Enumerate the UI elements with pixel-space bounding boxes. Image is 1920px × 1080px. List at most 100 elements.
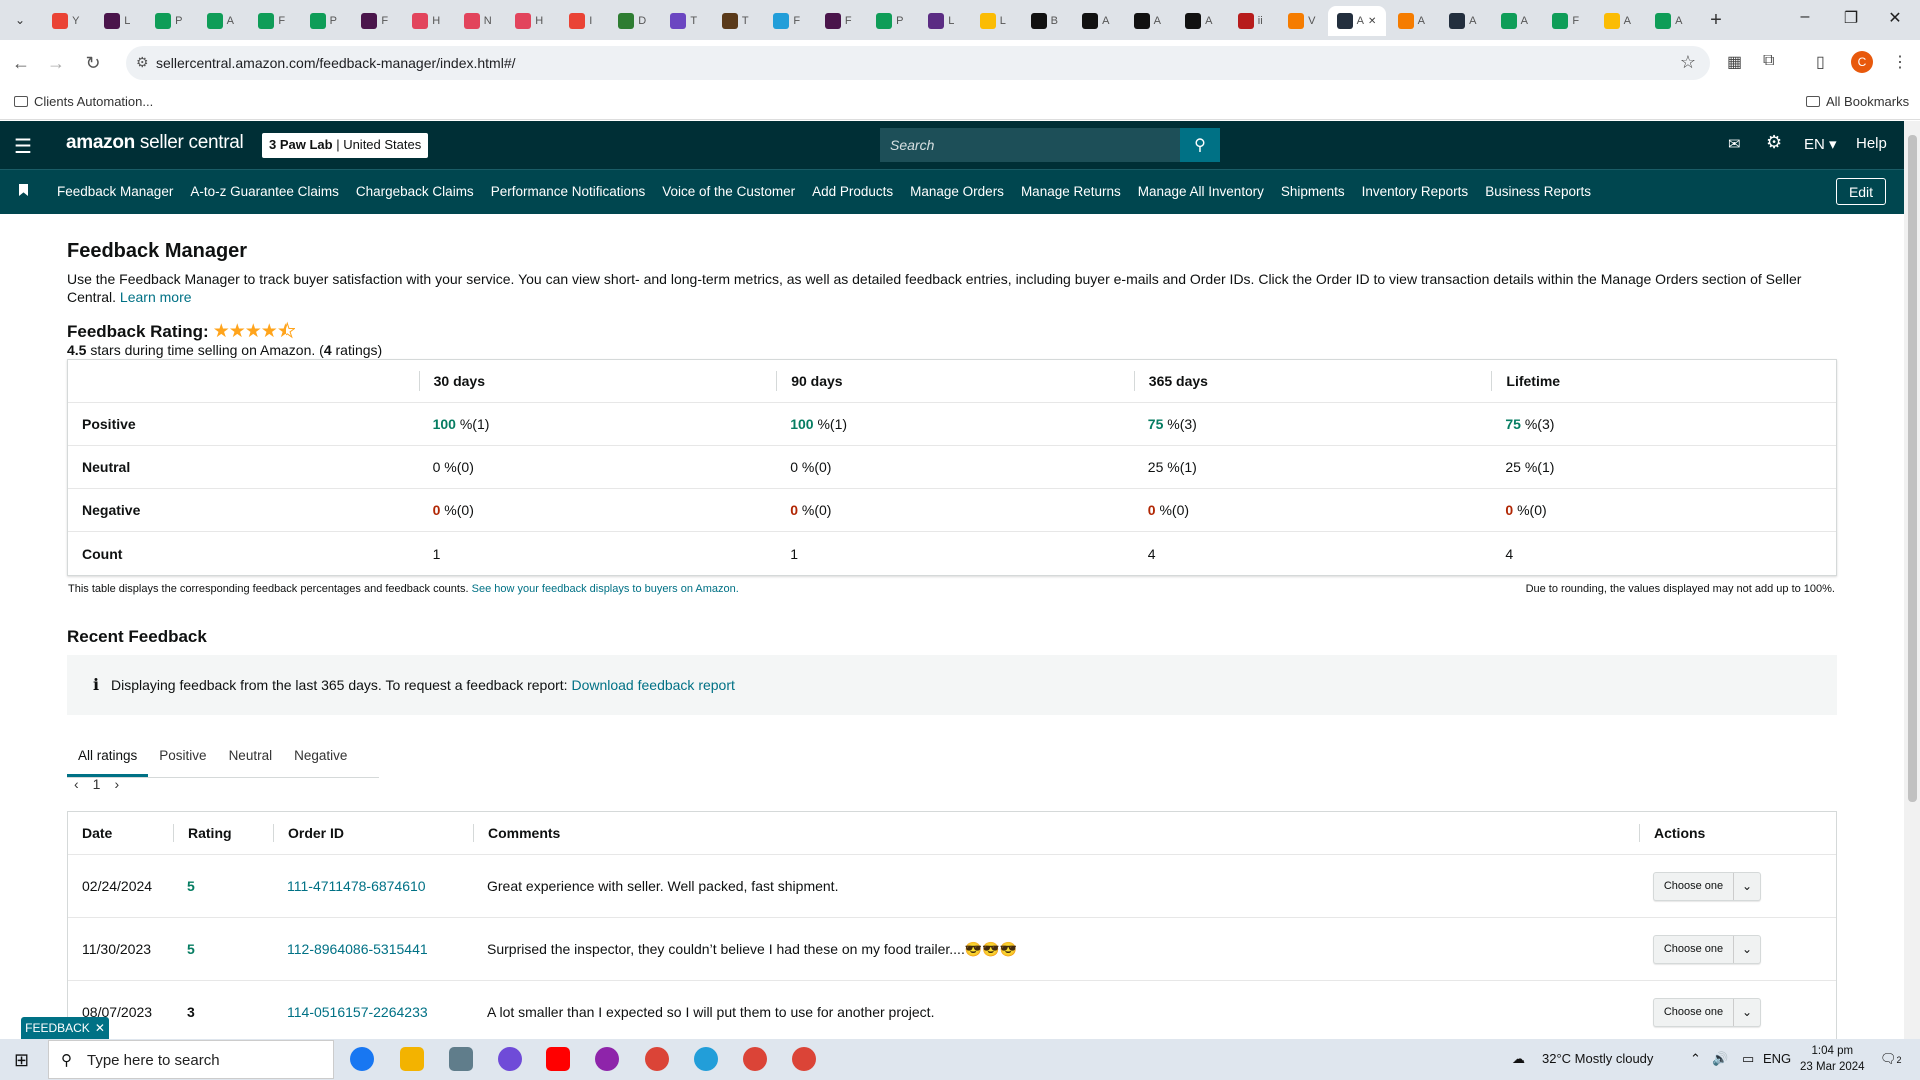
file-explorer-icon[interactable] <box>400 1047 424 1071</box>
mail-icon[interactable]: ✉ <box>1728 135 1741 153</box>
learn-more-link[interactable]: Learn more <box>120 289 192 305</box>
prev-page-icon[interactable]: ‹ <box>74 776 79 792</box>
scrollbar-thumb[interactable] <box>1908 135 1917 802</box>
settings-gear-icon[interactable]: ⚙ <box>1766 132 1782 153</box>
calculator-icon[interactable] <box>449 1047 473 1071</box>
tab-search-chevron-icon[interactable]: ⌄ <box>6 8 34 32</box>
page-number[interactable]: 1 <box>93 776 101 792</box>
nav-item[interactable]: Manage All Inventory <box>1138 184 1264 199</box>
chevron-down-icon[interactable]: ⌄ <box>1734 879 1760 893</box>
nav-item[interactable]: Voice of the Customer <box>662 184 795 199</box>
seller-central-logo[interactable]: amazon seller central <box>66 132 244 154</box>
chevron-down-icon[interactable]: ⌄ <box>1734 1005 1760 1019</box>
download-feedback-report-link[interactable]: Download feedback report <box>571 677 734 693</box>
profile-avatar[interactable]: C <box>1851 51 1873 73</box>
browser-tab[interactable]: A <box>195 6 247 36</box>
volume-icon[interactable]: 🔊 <box>1712 1051 1728 1067</box>
browser-tab[interactable]: A <box>1173 6 1225 36</box>
search-input[interactable]: Search <box>880 128 1180 162</box>
telegram-icon[interactable] <box>694 1047 718 1071</box>
chrome-icon[interactable] <box>645 1047 669 1071</box>
browser-tab[interactable]: N <box>452 6 504 36</box>
browser-tab[interactable]: ii <box>1225 6 1277 36</box>
page-scrollbar[interactable] <box>1904 121 1920 1039</box>
order-id-link[interactable]: 112-8964086-5315441 <box>273 941 473 957</box>
nav-item[interactable]: Business Reports <box>1485 184 1591 199</box>
browser-tab[interactable]: L <box>967 6 1019 36</box>
browser-tab[interactable]: A ✕ <box>1327 6 1386 36</box>
browser-tab[interactable]: I <box>555 6 607 36</box>
browser-tab[interactable]: L <box>916 6 968 36</box>
close-tab-icon[interactable]: ✕ <box>1368 16 1376 27</box>
chrome-icon[interactable] <box>792 1047 816 1071</box>
hamburger-menu-icon[interactable]: ☰ <box>14 134 32 159</box>
feedback-widget-tab[interactable]: FEEDBACK ✕ <box>21 1017 109 1039</box>
bookmark-folder-clients[interactable]: Clients Automation... <box>14 94 153 109</box>
all-bookmarks[interactable]: All Bookmarks <box>1806 94 1909 109</box>
browser-tab[interactable]: P <box>143 6 195 36</box>
browser-tab[interactable]: A <box>1122 6 1174 36</box>
close-icon[interactable]: ✕ <box>95 1021 105 1035</box>
browser-tab[interactable]: A <box>1386 6 1438 36</box>
clock[interactable]: 1:04 pm 23 Mar 2024 <box>1800 1043 1865 1075</box>
restore-icon[interactable]: ❐ <box>1836 8 1866 28</box>
browser-tab[interactable]: F <box>1540 6 1592 36</box>
browser-tab[interactable]: D <box>607 6 659 36</box>
browser-tab[interactable]: A <box>1489 6 1541 36</box>
reload-icon[interactable]: ↻ <box>80 50 106 76</box>
nav-item[interactable]: Manage Returns <box>1021 184 1121 199</box>
nav-item[interactable]: A-to-z Guarantee Claims <box>190 184 339 199</box>
browser-tab[interactable]: V <box>1276 6 1328 36</box>
browser-tab[interactable]: F <box>349 6 401 36</box>
nav-item[interactable]: Performance Notifications <box>491 184 646 199</box>
bookmark-icon[interactable] <box>19 184 28 196</box>
browser-tab[interactable]: B <box>1019 6 1071 36</box>
new-tab-button[interactable]: + <box>1704 8 1728 32</box>
youtube-icon[interactable] <box>546 1047 570 1071</box>
choose-one-dropdown[interactable]: Choose one ⌄ <box>1653 871 1761 901</box>
help-link[interactable]: Help <box>1856 135 1887 152</box>
browser-tab[interactable]: H <box>401 6 453 36</box>
extension-icon[interactable]: ▦ <box>1727 52 1742 72</box>
browser-tab[interactable]: A <box>1592 6 1644 36</box>
tray-chevron-icon[interactable]: ⌃ <box>1690 1051 1701 1067</box>
url-text[interactable]: sellercentral.amazon.com/feedback-manage… <box>156 55 516 71</box>
network-icon[interactable]: ▭ <box>1742 1051 1754 1067</box>
edit-nav-button[interactable]: Edit <box>1836 178 1886 205</box>
filter-tab[interactable]: Negative <box>283 740 358 777</box>
chevron-down-icon[interactable]: ⌄ <box>1734 942 1760 956</box>
minimize-icon[interactable]: – <box>1790 8 1820 26</box>
taskbar-search-input[interactable]: ⚲ Type here to search <box>48 1040 334 1079</box>
snipping-tool-icon[interactable] <box>595 1047 619 1071</box>
browser-tab[interactable]: F <box>813 6 865 36</box>
browser-tab[interactable]: F <box>246 6 298 36</box>
browser-tab[interactable]: P <box>298 6 350 36</box>
order-id-link[interactable]: 114-0516157-2264233 <box>273 1004 473 1020</box>
choose-one-dropdown[interactable]: Choose one ⌄ <box>1653 997 1761 1027</box>
browser-tab[interactable]: Y <box>40 6 92 36</box>
browser-tab[interactable]: A <box>1437 6 1489 36</box>
side-panel-icon[interactable]: ▯ <box>1816 52 1825 72</box>
browser-tab[interactable]: F <box>761 6 813 36</box>
browser-tab[interactable]: T <box>658 6 710 36</box>
notifications-icon[interactable]: 🗨2 <box>1880 1051 1902 1067</box>
col-date[interactable]: Date <box>68 825 173 841</box>
browser-tab[interactable]: P <box>864 6 916 36</box>
filter-tab[interactable]: All ratings <box>67 740 149 777</box>
see-how-feedback-link[interactable]: See how your feedback displays to buyers… <box>472 583 739 595</box>
nav-item[interactable]: Add Products <box>812 184 893 199</box>
filter-tab[interactable]: Positive <box>148 740 217 777</box>
browser-tab[interactable]: T <box>710 6 762 36</box>
bookmark-star-icon[interactable]: ☆ <box>1680 52 1696 73</box>
choose-one-dropdown[interactable]: Choose one ⌄ <box>1653 934 1761 964</box>
col-order-id[interactable]: Order ID <box>273 824 473 842</box>
windows-start-icon[interactable]: ⊞ <box>14 1050 29 1071</box>
facebook-icon[interactable] <box>350 1047 374 1071</box>
browser-tab[interactable]: A <box>1643 6 1695 36</box>
app-icon[interactable] <box>498 1047 522 1071</box>
col-rating[interactable]: Rating <box>173 824 273 842</box>
address-bar[interactable]: ⚙ sellercentral.amazon.com/feedback-mana… <box>126 46 1710 80</box>
nav-item[interactable]: Feedback Manager <box>57 184 173 199</box>
back-icon[interactable]: ← <box>8 50 34 76</box>
nav-item[interactable]: Chargeback Claims <box>356 184 474 199</box>
